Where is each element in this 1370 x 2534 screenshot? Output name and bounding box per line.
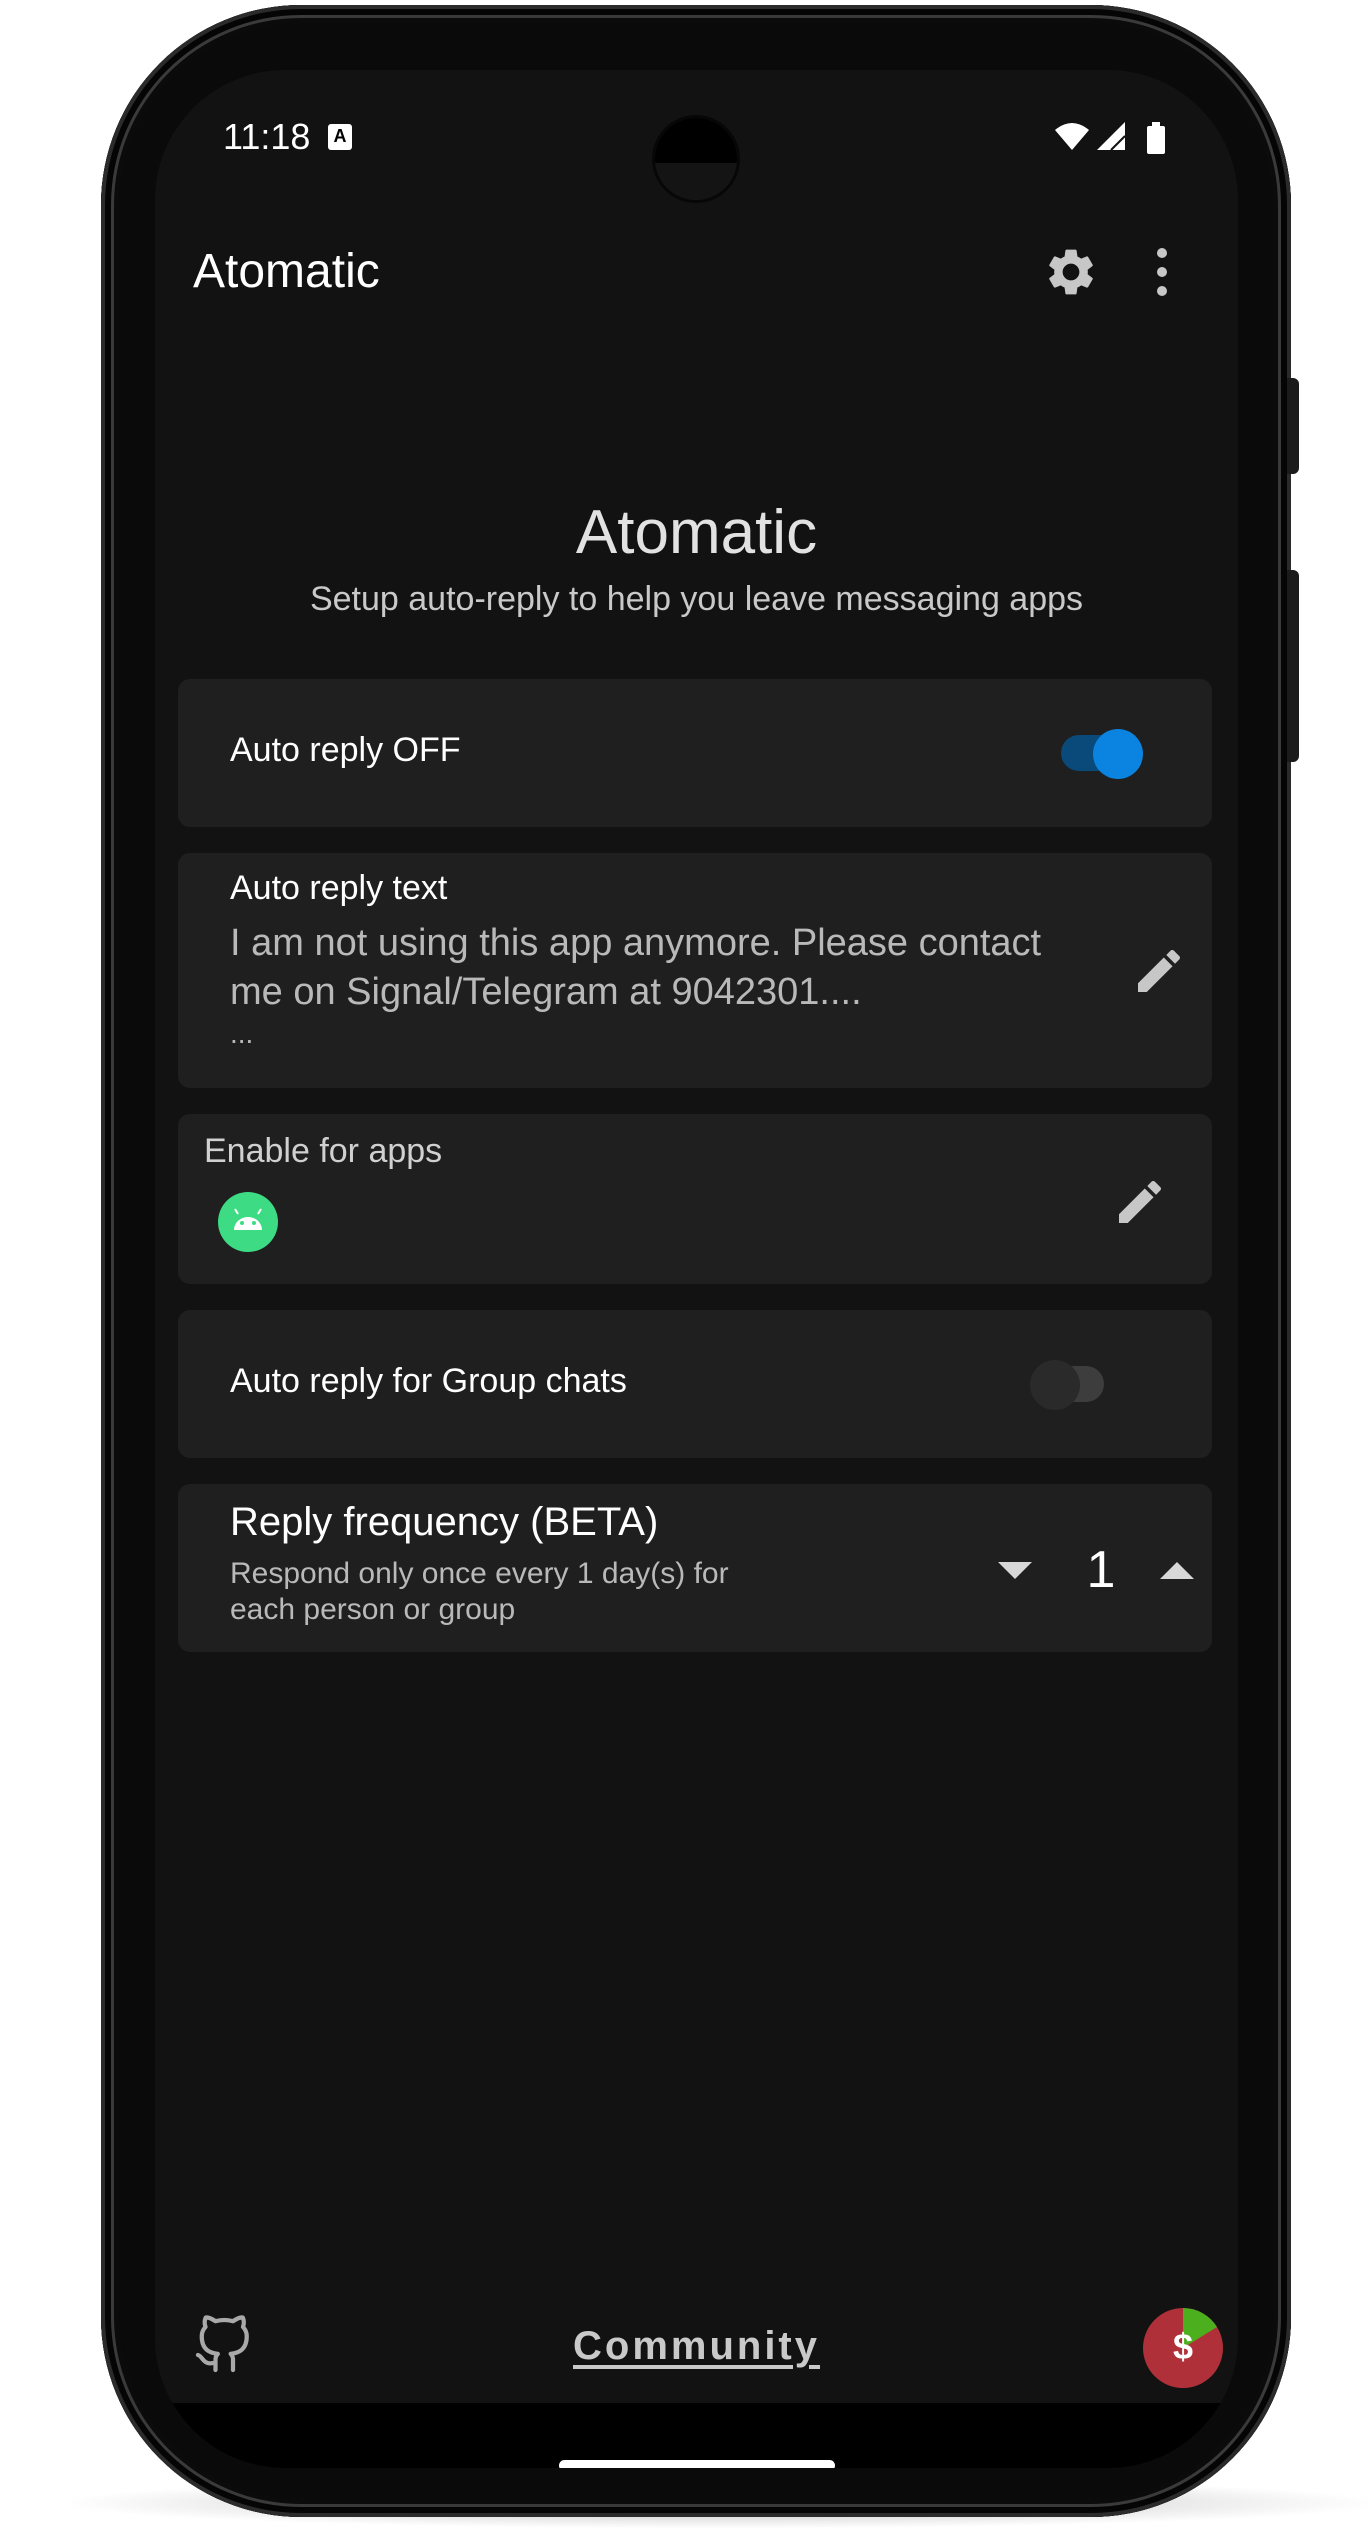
status-icons: [1055, 122, 1165, 154]
donate-symbol: $: [1172, 2326, 1194, 2367]
donate-icon[interactable]: $: [1143, 2308, 1223, 2388]
android-app-icon: [218, 1192, 278, 1252]
reply-frequency-title: Reply frequency (BETA): [230, 1500, 659, 1544]
group-chats-switch-thumb[interactable]: [1030, 1360, 1080, 1410]
edit-icon[interactable]: [1131, 943, 1187, 999]
wifi-icon: [1055, 123, 1089, 150]
gear-icon[interactable]: [1043, 244, 1099, 300]
reply-frequency-subtitle: Respond only once every 1 day(s) for eac…: [230, 1557, 729, 1626]
app-bar-title: Atomatic: [193, 245, 380, 298]
auto-reply-text-card[interactable]: Auto reply text I am not using this app …: [178, 853, 1212, 1088]
message-line: I am not using this app anymore. Please …: [230, 922, 1042, 964]
battery-icon: [1147, 126, 1165, 154]
community-link[interactable]: Community: [155, 2324, 1238, 2369]
auto-reply-switch-thumb[interactable]: [1093, 729, 1143, 779]
auto-reply-message: I am not using this app anymore. Please …: [230, 919, 1130, 1051]
auto-reply-text-label: Auto reply text: [230, 869, 448, 907]
more-vert-icon[interactable]: [1151, 248, 1173, 298]
enable-for-apps-card[interactable]: Enable for apps: [178, 1114, 1212, 1284]
signal-icon: [1097, 122, 1125, 150]
auto-reply-card[interactable]: Auto reply OFF: [178, 679, 1212, 827]
hero-title: Atomatic: [575, 498, 818, 567]
status-time: 11:18: [223, 116, 311, 157]
reply-frequency-value: 1: [1086, 1541, 1116, 1599]
phone-screen: 11:18 A Atomatic Atomatic Setup auto-rep…: [155, 70, 1238, 2468]
increase-arrow-icon[interactable]: [1160, 1562, 1194, 1579]
power-button: [1287, 378, 1299, 474]
front-camera: [655, 118, 737, 200]
decrease-arrow-icon[interactable]: [998, 1562, 1032, 1579]
group-chats-label: Auto reply for Group chats: [230, 1362, 627, 1400]
reply-frequency-card: Reply frequency (BETA) Respond only once…: [178, 1484, 1212, 1652]
navigation-bar: [155, 2403, 1238, 2468]
group-chats-card[interactable]: Auto reply for Group chats: [178, 1310, 1212, 1458]
home-indicator[interactable]: [559, 2460, 835, 2468]
auto-reply-label: Auto reply OFF: [230, 731, 461, 769]
volume-button: [1287, 570, 1299, 762]
notification-icon: A: [328, 124, 352, 150]
message-line: me on Signal/Telegram at 9042301....: [230, 971, 862, 1013]
hero-subtitle: Setup auto-reply to help you leave messa…: [309, 580, 1084, 618]
edit-icon[interactable]: [1112, 1174, 1168, 1230]
enable-for-apps-label: Enable for apps: [204, 1132, 443, 1170]
message-line: ...: [230, 1018, 254, 1049]
